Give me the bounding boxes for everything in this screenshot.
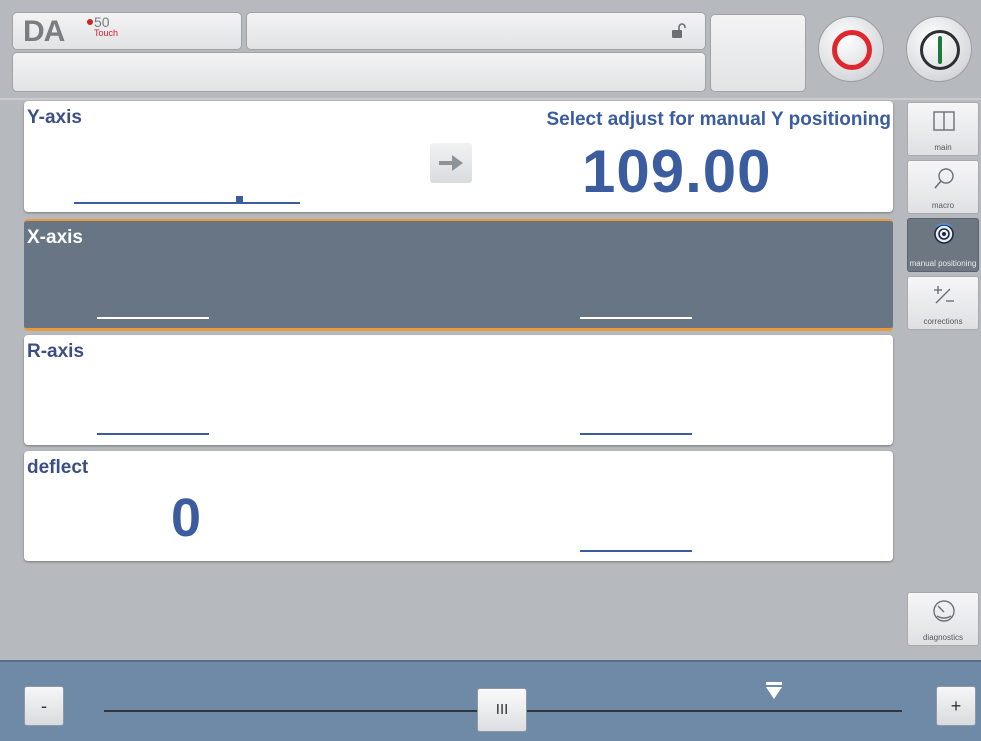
deflect-actual-field — [580, 550, 692, 552]
nav-label: diagnostics — [922, 633, 964, 642]
transfer-button[interactable] — [430, 143, 472, 183]
logo-dot — [87, 19, 93, 25]
handwheel-icon — [934, 223, 954, 244]
nav-macro[interactable]: macro — [907, 160, 979, 214]
nav-label: corrections — [923, 317, 963, 326]
gauge-icon — [933, 600, 955, 622]
nav-label: main — [934, 143, 952, 152]
panel-x-axis[interactable]: X-axis — [24, 219, 893, 331]
nav-label: macro — [931, 201, 955, 210]
nav-main[interactable]: main — [907, 102, 979, 156]
unlock-icon[interactable] — [671, 23, 687, 39]
nav-label: manual positioning — [909, 259, 977, 268]
stop-icon — [832, 30, 872, 70]
panel-title: Y-axis — [27, 107, 82, 128]
nav-diagnostics[interactable]: diagnostics — [907, 592, 979, 646]
plus-button[interactable]: + — [936, 686, 976, 726]
start-icon-bar — [938, 36, 942, 64]
logo-text: DA — [23, 15, 65, 48]
start-button[interactable] — [906, 16, 972, 82]
panel-y-axis[interactable]: Y-axis Select adjust for manual Y positi… — [24, 101, 893, 212]
arrow-right-icon — [439, 155, 463, 171]
x-programmed-field[interactable] — [97, 317, 209, 319]
panel-title: deflect — [27, 457, 89, 478]
panel-title: X-axis — [27, 227, 83, 248]
y-programmed-field-int[interactable] — [74, 202, 232, 204]
panel-r-axis[interactable]: R-axis — [24, 335, 893, 445]
logo-box: DA 50 Touch — [12, 12, 242, 50]
minus-button[interactable]: - — [24, 686, 64, 726]
panel-title: R-axis — [27, 341, 85, 362]
slider-knob[interactable]: III — [477, 688, 528, 732]
header-side-box — [710, 14, 806, 92]
status-bar — [246, 12, 706, 50]
book-icon — [933, 111, 955, 131]
magnifier-icon — [934, 168, 954, 189]
nav-manual-positioning[interactable]: manual positioning — [907, 218, 979, 272]
message-bar — [12, 52, 706, 92]
deflect-value[interactable]: 0 — [171, 487, 202, 549]
nav-corrections[interactable]: corrections — [907, 276, 979, 330]
y-programmed-field-dec[interactable] — [227, 202, 300, 204]
plus-minus-icon — [934, 286, 954, 304]
x-actual-field — [580, 317, 692, 319]
panel-deflect[interactable]: deflect 0 — [24, 451, 893, 561]
r-programmed-field[interactable] — [97, 433, 209, 435]
position-marker-icon — [766, 682, 783, 699]
hint-text: Select adjust for manual Y positioning — [546, 109, 891, 130]
stop-button[interactable] — [818, 16, 884, 82]
logo-sub: Touch — [94, 28, 119, 38]
y-actual-value: 109.00 — [582, 138, 772, 205]
r-actual-field — [580, 433, 692, 435]
header-divider — [0, 98, 981, 100]
